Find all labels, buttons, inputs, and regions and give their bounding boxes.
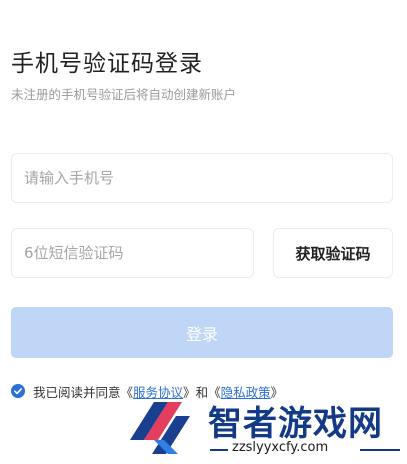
agreement-prefix: 我已阅读并同意 bbox=[33, 384, 121, 400]
watermark-url: zzslyyxcfy.com bbox=[232, 440, 329, 455]
page-subtitle: 未注册的手机号验证后将自动创建新账户 bbox=[11, 87, 237, 102]
phone-field[interactable] bbox=[11, 153, 393, 203]
sms-code-input[interactable] bbox=[24, 244, 253, 262]
agreement-checkbox[interactable] bbox=[11, 384, 25, 398]
watermark-line-left bbox=[210, 449, 228, 451]
phone-input[interactable] bbox=[24, 169, 392, 187]
get-code-button[interactable]: 获取验证码 bbox=[273, 228, 393, 278]
watermark: 智者游戏网 zzslyyxcfy.com bbox=[128, 396, 407, 464]
watermark-text: 智者游戏网 bbox=[208, 404, 383, 444]
logo-icon bbox=[130, 402, 190, 454]
check-circle-icon bbox=[11, 384, 25, 398]
page-title: 手机号验证码登录 bbox=[11, 51, 203, 77]
login-button[interactable]: 登录 bbox=[11, 307, 393, 358]
sms-code-field[interactable] bbox=[11, 228, 254, 278]
watermark-line-right bbox=[360, 449, 400, 451]
